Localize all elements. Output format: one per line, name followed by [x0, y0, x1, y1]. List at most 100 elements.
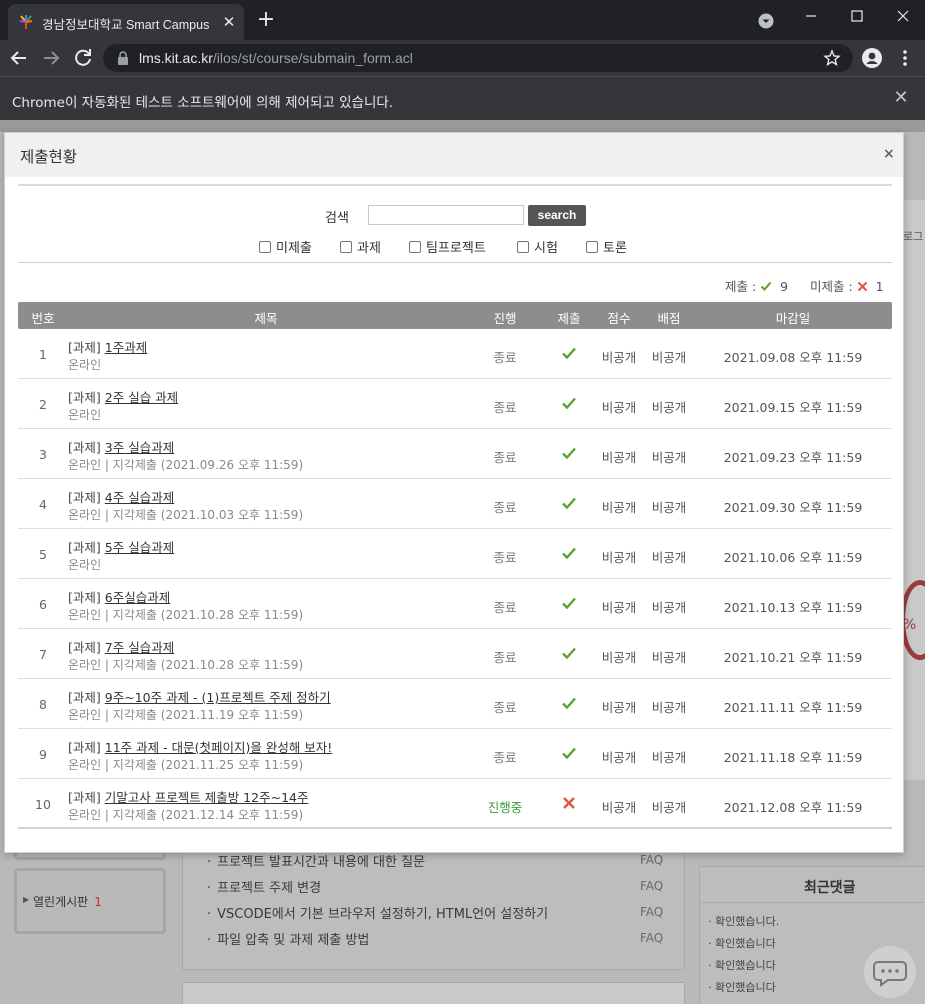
- row-deadline: 2021.10.06 오후 11:59: [723, 550, 863, 565]
- row-number: 7: [39, 647, 47, 662]
- table-row: 2 [과제] 2주 실습 과제 온라인 종료 비공개 비공개 2021.09.15 오후 11…: [18, 379, 892, 429]
- faq-item[interactable]: 파일 압축 및 과제 제출 방법: [207, 929, 369, 948]
- row-deadline: 2021.09.30 오후 11:59: [723, 500, 863, 515]
- assignment-link[interactable]: 9주~10주 과제 - (1)프로젝트 주제 정하기: [105, 690, 331, 705]
- col-number[interactable]: 번호: [31, 308, 54, 327]
- search-label: 검색: [325, 211, 349, 226]
- tab-search-icon[interactable]: [758, 13, 774, 29]
- menu-kebab-icon[interactable]: [895, 48, 915, 68]
- row-subtitle: 온라인 | 지각제출 (2021.11.19 오후 11:59): [68, 708, 304, 722]
- filter-unsubmitted-checkbox[interactable]: 미제출: [259, 237, 312, 256]
- checkbox-icon[interactable]: [517, 241, 529, 253]
- modal-close-icon[interactable]: ×: [883, 146, 895, 162]
- row-points: 비공개: [651, 400, 687, 415]
- forward-arrow-icon[interactable]: [39, 46, 63, 70]
- row-deadline: 2021.10.13 오후 11:59: [723, 600, 863, 615]
- reload-icon[interactable]: [71, 46, 95, 70]
- row-status: 종료: [493, 400, 517, 415]
- back-arrow-icon[interactable]: [7, 46, 31, 70]
- divider: [18, 262, 892, 263]
- search-input[interactable]: [368, 205, 524, 225]
- bookmark-star-icon[interactable]: [823, 49, 841, 67]
- checkbox-icon[interactable]: [259, 241, 271, 253]
- col-progress[interactable]: 진행: [493, 308, 516, 327]
- assignment-link[interactable]: 1주과제: [105, 340, 147, 355]
- assignment-link[interactable]: 4주 실습과제: [105, 490, 174, 505]
- address-bar[interactable]: lms.kit.ac.kr/ilos/st/course/submain_for…: [103, 44, 853, 72]
- bottom-panel: [182, 982, 685, 1004]
- assignment-link[interactable]: 3주 실습과제: [105, 440, 174, 455]
- faq-item[interactable]: VSCODE에서 기본 브라우저 설정하기, HTML언어 설정하기: [207, 903, 548, 922]
- assignment-link[interactable]: 2주 실습 과제: [105, 390, 178, 405]
- check-icon: [562, 447, 576, 460]
- filter-exam-checkbox[interactable]: 시험: [517, 237, 558, 256]
- comment-item[interactable]: 확인했습니다: [708, 979, 776, 995]
- row-score: 비공개: [601, 800, 637, 815]
- faq-item[interactable]: 프로젝트 주제 변경: [207, 877, 321, 896]
- tab-title: 경남정보대학교 Smart Campus: [42, 18, 210, 32]
- row-points: 비공개: [651, 450, 687, 465]
- filter-discussion-checkbox[interactable]: 토론: [586, 237, 627, 256]
- tab-close-icon[interactable]: ✕: [220, 13, 238, 31]
- page-header-strip: [0, 120, 925, 132]
- row-type: [과제]: [68, 690, 101, 705]
- row-title: [과제] 11주 과제 - 대문(첫페이지)을 완성해 보자!: [68, 737, 332, 756]
- col-submitted[interactable]: 제출: [557, 308, 580, 327]
- check-icon: [562, 597, 576, 610]
- url-text[interactable]: lms.kit.ac.kr/ilos/st/course/submain_for…: [139, 50, 413, 66]
- assignment-link[interactable]: 7주 실습과제: [105, 640, 174, 655]
- window-close-icon[interactable]: [880, 0, 925, 32]
- col-points[interactable]: 배점: [657, 308, 680, 327]
- row-type: [과제]: [68, 590, 101, 605]
- row-status: 종료: [493, 550, 517, 565]
- check-icon: [562, 747, 576, 760]
- row-subtitle: 온라인 | 지각제출 (2021.11.25 오후 11:59): [68, 758, 304, 772]
- checkbox-icon[interactable]: [409, 241, 421, 253]
- col-score[interactable]: 점수: [607, 308, 630, 327]
- search-button[interactable]: search: [528, 205, 586, 226]
- infobar-close-icon[interactable]: ✕: [892, 89, 910, 107]
- assignment-link[interactable]: 11주 과제 - 대문(첫페이지)을 완성해 보자!: [105, 740, 333, 755]
- assignment-link[interactable]: 6주실습과제: [105, 590, 170, 605]
- table-row: 6 [과제] 6주실습과제 온라인 | 지각제출 (2021.10.28 오후 11:…: [18, 579, 892, 629]
- col-title[interactable]: 제목: [254, 308, 277, 327]
- cross-icon: [857, 281, 867, 292]
- new-tab-plus-icon[interactable]: +: [255, 9, 277, 31]
- faq-tag: FAQ: [640, 879, 664, 893]
- profile-avatar-icon[interactable]: [862, 48, 882, 68]
- filter-assignment-checkbox[interactable]: 과제: [340, 237, 381, 256]
- recent-comments-header: 최근댓글: [700, 867, 925, 903]
- recent-comments-title: 최근댓글: [804, 880, 856, 896]
- col-deadline[interactable]: 마감일: [776, 308, 811, 327]
- row-points: 비공개: [651, 350, 687, 365]
- maximize-icon[interactable]: [834, 0, 880, 32]
- open-board-box[interactable]: ▶ 열린게시판 1: [14, 868, 166, 934]
- table-row: 4 [과제] 4주 실습과제 온라인 | 지각제출 (2021.10.03 오후 11…: [18, 479, 892, 529]
- modal-header: 제출현황 ×: [5, 133, 903, 177]
- row-score: 비공개: [601, 350, 637, 365]
- row-score: 비공개: [601, 650, 637, 665]
- comment-item[interactable]: 확인했습니다: [708, 935, 776, 951]
- row-points: 비공개: [651, 550, 687, 565]
- assignment-link[interactable]: 5주 실습과제: [105, 540, 174, 555]
- lock-icon[interactable]: [117, 51, 129, 65]
- check-icon: [562, 697, 576, 710]
- row-score: 비공개: [601, 450, 637, 465]
- faq-item[interactable]: 프로젝트 발표시간과 내용에 대한 질문: [207, 851, 425, 870]
- row-status: 종료: [493, 650, 517, 665]
- open-board-link[interactable]: 열린게시판 1: [33, 893, 102, 910]
- checkbox-icon[interactable]: [586, 241, 598, 253]
- comment-item[interactable]: 확인했습니다.: [708, 913, 779, 929]
- row-number: 8: [39, 697, 47, 712]
- minimize-icon[interactable]: [788, 0, 834, 32]
- row-title: [과제] 2주 실습 과제: [68, 387, 178, 406]
- chatbot-button[interactable]: [864, 946, 916, 998]
- unsubmitted-summary: 미제출 : 1: [810, 279, 884, 294]
- assignment-link[interactable]: 기말고사 프로젝트 제출방 12주~14주: [105, 790, 309, 805]
- checkbox-icon[interactable]: [340, 241, 352, 253]
- comment-item[interactable]: 확인했습니다: [708, 957, 776, 973]
- browser-tab[interactable]: 경남정보대학교 Smart Campus ✕: [8, 4, 244, 40]
- row-deadline: 2021.12.08 오후 11:59: [723, 800, 863, 815]
- row-score: 비공개: [601, 700, 637, 715]
- filter-team-project-checkbox[interactable]: 팀프로젝트: [409, 237, 486, 256]
